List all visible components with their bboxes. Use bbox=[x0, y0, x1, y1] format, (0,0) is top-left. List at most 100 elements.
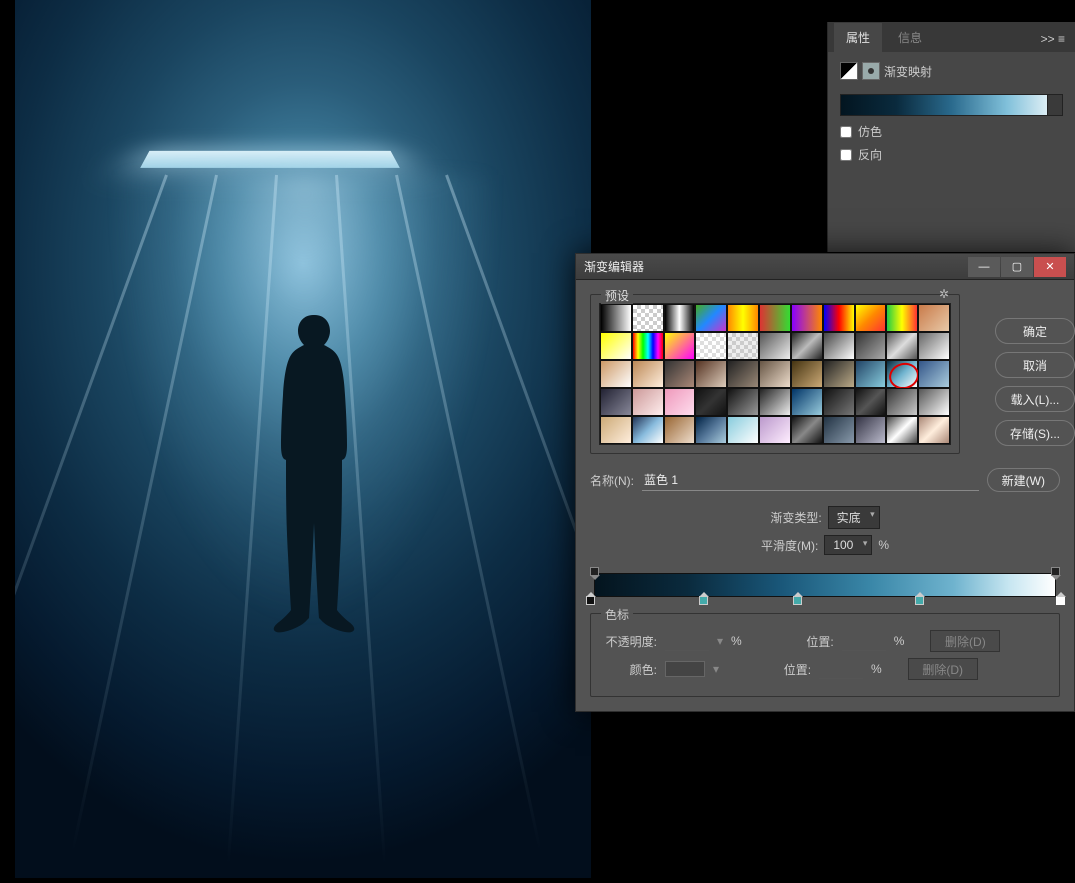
preset-swatch[interactable] bbox=[759, 360, 791, 388]
dialog-titlebar[interactable]: 渐变编辑器 — ▢ ✕ bbox=[576, 254, 1074, 280]
preset-swatch[interactable] bbox=[886, 304, 918, 332]
preset-swatch[interactable] bbox=[600, 304, 632, 332]
preset-swatch[interactable] bbox=[918, 388, 950, 416]
preset-swatch[interactable] bbox=[886, 360, 918, 388]
pct-label: % bbox=[878, 538, 889, 552]
preset-swatch[interactable] bbox=[632, 388, 664, 416]
tab-properties[interactable]: 属性 bbox=[834, 23, 882, 52]
dialog-title: 渐变编辑器 bbox=[584, 258, 644, 275]
preset-swatch[interactable] bbox=[632, 332, 664, 360]
preset-swatch[interactable] bbox=[823, 416, 855, 444]
gear-icon[interactable]: ✲ bbox=[939, 287, 949, 301]
preset-swatch[interactable] bbox=[759, 304, 791, 332]
preset-swatch[interactable] bbox=[600, 416, 632, 444]
color-stop[interactable] bbox=[1056, 596, 1065, 605]
gradient-type-select[interactable]: 实底 bbox=[828, 506, 880, 529]
preset-swatch[interactable] bbox=[664, 304, 696, 332]
maximize-button[interactable]: ▢ bbox=[1001, 257, 1033, 277]
load-button[interactable]: 载入(L)... bbox=[995, 386, 1075, 412]
preset-swatch[interactable] bbox=[823, 360, 855, 388]
preset-swatch[interactable] bbox=[791, 304, 823, 332]
preset-swatch[interactable] bbox=[632, 304, 664, 332]
preset-swatch[interactable] bbox=[695, 416, 727, 444]
preset-swatch[interactable] bbox=[727, 416, 759, 444]
preset-swatch[interactable] bbox=[855, 304, 887, 332]
color-swatch[interactable] bbox=[665, 661, 705, 677]
color-stop[interactable] bbox=[586, 596, 595, 605]
preset-swatch[interactable] bbox=[918, 332, 950, 360]
opacity-stop[interactable] bbox=[590, 567, 599, 576]
preset-swatch[interactable] bbox=[727, 332, 759, 360]
adjustment-header: 渐变映射 bbox=[828, 52, 1075, 90]
stops-label: 色标 bbox=[601, 606, 633, 623]
preset-swatch[interactable] bbox=[664, 332, 696, 360]
preset-swatch[interactable] bbox=[600, 360, 632, 388]
color-stop[interactable] bbox=[793, 596, 802, 605]
preset-swatch[interactable] bbox=[600, 388, 632, 416]
preset-swatch[interactable] bbox=[664, 416, 696, 444]
new-button[interactable]: 新建(W) bbox=[987, 468, 1060, 492]
panel-more[interactable]: >> ≡ bbox=[1031, 26, 1075, 52]
preset-swatch[interactable] bbox=[855, 388, 887, 416]
preset-swatch[interactable] bbox=[791, 388, 823, 416]
gradient-bar[interactable] bbox=[594, 573, 1056, 597]
preset-swatch[interactable] bbox=[600, 332, 632, 360]
preset-swatch[interactable] bbox=[886, 388, 918, 416]
preset-swatch[interactable] bbox=[791, 332, 823, 360]
position-input[interactable] bbox=[842, 632, 886, 651]
adjustment-icon bbox=[840, 62, 858, 80]
delete-opacity-button[interactable]: 删除(D) bbox=[930, 630, 1000, 652]
cancel-button[interactable]: 取消 bbox=[995, 352, 1075, 378]
preset-swatch[interactable] bbox=[823, 388, 855, 416]
color-label: 颜色: bbox=[601, 661, 657, 678]
preset-swatch[interactable] bbox=[727, 360, 759, 388]
preset-swatch[interactable] bbox=[791, 360, 823, 388]
gradient-editor-dialog: 渐变编辑器 — ▢ ✕ 确定 取消 载入(L)... 存储(S)... 预设 ✲… bbox=[575, 253, 1075, 712]
preset-swatch[interactable] bbox=[791, 416, 823, 444]
preset-swatch[interactable] bbox=[918, 304, 950, 332]
opacity-stop[interactable] bbox=[1051, 567, 1060, 576]
preset-swatch[interactable] bbox=[823, 304, 855, 332]
reverse-checkbox[interactable]: 反向 bbox=[828, 143, 1075, 166]
preset-swatch[interactable] bbox=[727, 388, 759, 416]
gradient-preview-bar[interactable]: ▾ bbox=[840, 94, 1063, 116]
save-button[interactable]: 存储(S)... bbox=[995, 420, 1075, 446]
preset-swatch[interactable] bbox=[727, 304, 759, 332]
preset-swatch[interactable] bbox=[664, 360, 696, 388]
canvas bbox=[15, 0, 591, 878]
color-stop[interactable] bbox=[915, 596, 924, 605]
preset-swatch[interactable] bbox=[886, 332, 918, 360]
panel-tabs: 属性 信息 >> ≡ bbox=[828, 22, 1075, 52]
smoothness-row: 平滑度(M): 100 % bbox=[590, 535, 1060, 555]
preset-swatch[interactable] bbox=[759, 332, 791, 360]
minimize-button[interactable]: — bbox=[968, 257, 1000, 277]
preset-swatch[interactable] bbox=[886, 416, 918, 444]
preset-swatch[interactable] bbox=[918, 360, 950, 388]
preset-swatch[interactable] bbox=[695, 388, 727, 416]
dialog-side-buttons: 确定 取消 载入(L)... 存储(S)... bbox=[995, 318, 1075, 446]
preset-swatch[interactable] bbox=[759, 416, 791, 444]
close-button[interactable]: ✕ bbox=[1034, 257, 1066, 277]
preset-swatch[interactable] bbox=[695, 360, 727, 388]
tab-info[interactable]: 信息 bbox=[886, 23, 934, 52]
name-input[interactable] bbox=[642, 470, 979, 491]
delete-color-button[interactable]: 删除(D) bbox=[908, 658, 978, 680]
preset-swatch[interactable] bbox=[759, 388, 791, 416]
smoothness-input[interactable]: 100 bbox=[824, 535, 872, 555]
opacity-input[interactable] bbox=[665, 632, 709, 651]
preset-swatch[interactable] bbox=[855, 332, 887, 360]
ok-button[interactable]: 确定 bbox=[995, 318, 1075, 344]
preset-swatch[interactable] bbox=[632, 360, 664, 388]
color-stop[interactable] bbox=[699, 596, 708, 605]
preset-swatch[interactable] bbox=[695, 332, 727, 360]
preset-swatch[interactable] bbox=[823, 332, 855, 360]
preset-swatch[interactable] bbox=[632, 416, 664, 444]
preset-swatch[interactable] bbox=[918, 416, 950, 444]
preset-swatch[interactable] bbox=[664, 388, 696, 416]
preset-swatch[interactable] bbox=[855, 416, 887, 444]
preset-swatch[interactable] bbox=[855, 360, 887, 388]
position-input[interactable] bbox=[819, 660, 863, 679]
preset-swatch[interactable] bbox=[695, 304, 727, 332]
properties-panel: 属性 信息 >> ≡ 渐变映射 ▾ 仿色 反向 bbox=[827, 22, 1075, 252]
dither-checkbox[interactable]: 仿色 bbox=[828, 120, 1075, 143]
